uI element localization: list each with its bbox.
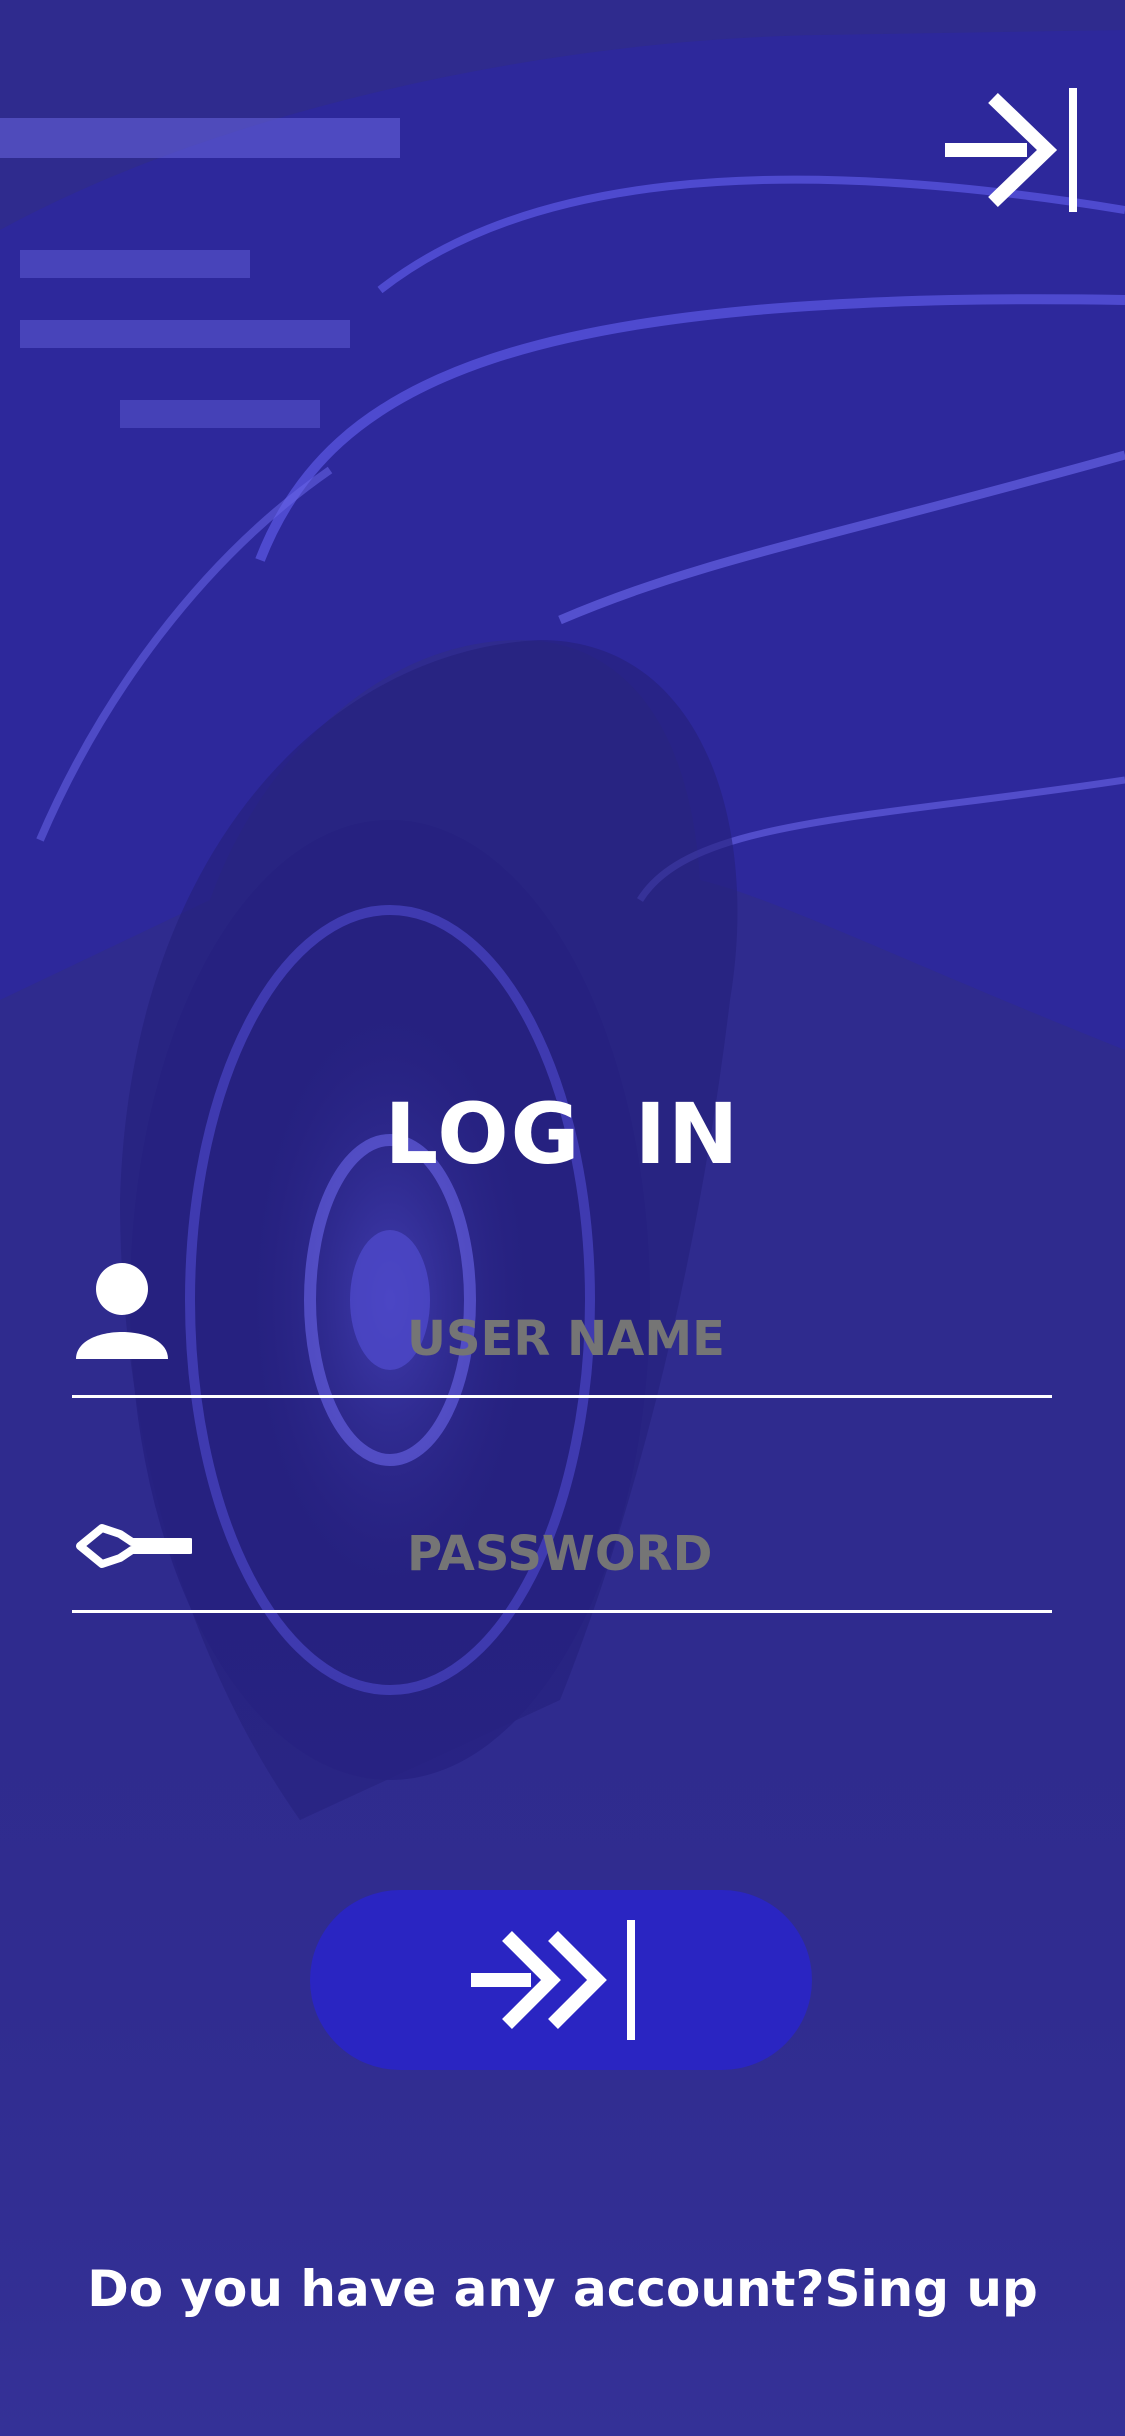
password-field-row <box>72 1480 1052 1613</box>
arrow-right-to-bar-icon <box>945 88 1077 212</box>
user-icon <box>72 1261 172 1365</box>
skip-button[interactable] <box>935 88 1085 218</box>
double-chevron-bar-icon <box>471 1920 635 2040</box>
login-screen: LOG IN Do you have any account?Sing up <box>0 0 1125 2436</box>
signup-prompt: Do you have any account?Sing up <box>0 2260 1125 2318</box>
username-field-row <box>72 1263 1052 1398</box>
key-icon <box>72 1516 194 1580</box>
signup-question: Do you have any account? <box>87 2260 825 2318</box>
password-input[interactable] <box>407 1526 1007 1582</box>
page-title: LOG IN <box>384 1085 741 1183</box>
username-input[interactable] <box>407 1311 1007 1367</box>
car-background-image <box>0 30 1125 2436</box>
signup-link[interactable]: Sing up <box>824 2260 1037 2318</box>
login-submit-button[interactable] <box>310 1890 812 2070</box>
